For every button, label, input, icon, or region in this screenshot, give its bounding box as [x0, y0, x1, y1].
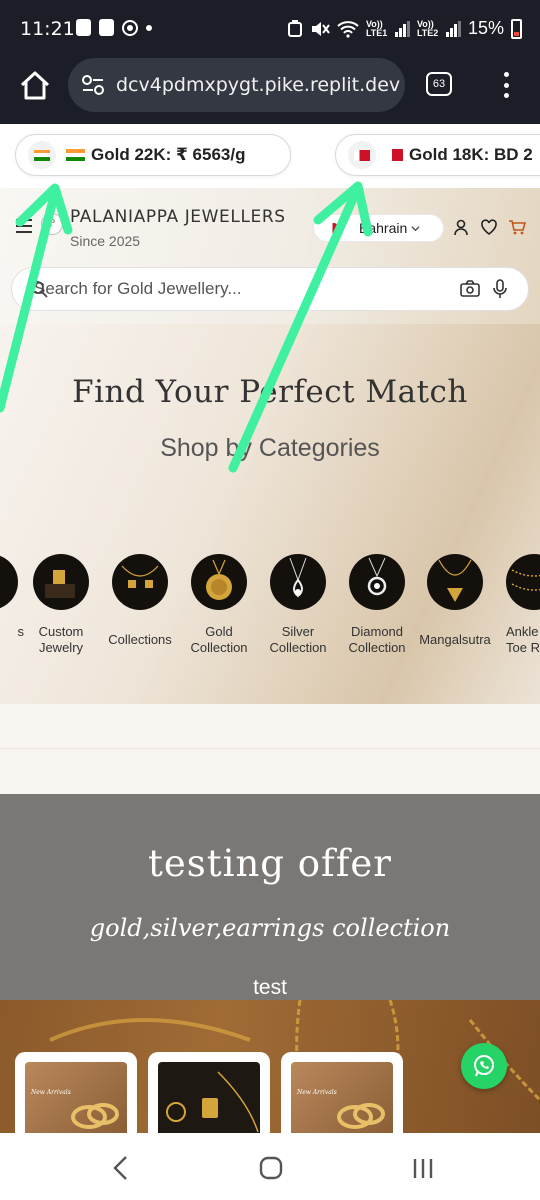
rate-text: Gold 22K: ₹ 6563/g — [91, 145, 246, 164]
heart-icon[interactable] — [480, 218, 498, 236]
more-notifications-icon — [146, 24, 152, 31]
brand-name[interactable]: PALANIAPPA JEWELLERS — [70, 207, 286, 227]
camera-search-icon[interactable] — [460, 280, 480, 298]
status-time: 11:21 — [20, 18, 75, 40]
back-icon[interactable] — [110, 1155, 132, 1181]
search-icon — [31, 281, 48, 298]
hamburger-menu-icon[interactable] — [16, 219, 32, 233]
nfc-icon — [287, 19, 302, 37]
notification-icons — [76, 19, 152, 36]
category-item[interactable]: Diamond Collection — [337, 554, 417, 656]
browser-toolbar: dcv4pdmxpygt.pike.replit.dev 63 — [0, 58, 540, 124]
alert-notification-icon — [76, 19, 91, 36]
signal-1-icon — [394, 20, 410, 37]
site-settings-icon[interactable] — [80, 72, 106, 98]
product-image — [291, 1062, 393, 1133]
system-navigation-bar — [0, 1133, 540, 1200]
mic-icon[interactable] — [492, 279, 508, 299]
product-image — [158, 1062, 260, 1133]
offer-title: testing offer — [148, 842, 392, 885]
card-caption: New Arrivals — [297, 1089, 337, 1096]
chrome-notification-icon — [122, 19, 138, 36]
india-flag-emoji-icon — [66, 148, 85, 162]
category-item[interactable]: Mangalsutra — [415, 554, 495, 648]
hero-subtitle: Shop by Categories — [160, 434, 380, 462]
rate-pill-bahrain[interactable]: Gold 18K: BD 2 — [335, 134, 540, 176]
category-item[interactable]: Custom Jewelry — [21, 554, 101, 656]
mute-icon — [311, 21, 330, 36]
gallery-notification-icon — [99, 19, 114, 36]
address-bar[interactable]: dcv4pdmxpygt.pike.replit.dev — [68, 58, 405, 112]
category-image — [112, 554, 168, 610]
offer-note: test — [253, 976, 287, 999]
category-image — [349, 554, 405, 610]
whatsapp-icon — [474, 1055, 494, 1077]
site-header: P PALANIAPPA JEWELLERS Since 2025 Bahrai… — [0, 188, 540, 324]
card-caption: New Arrivals — [31, 1089, 71, 1096]
category-item[interactable]: Silver Collection — [258, 554, 338, 656]
wifi-icon — [337, 20, 359, 38]
category-item[interactable]: Collections — [100, 554, 180, 648]
offer-subtitle: gold,silver,earrings collection — [89, 914, 451, 942]
status-indicators: Vo)) LTE1 Vo)) LTE2 15% — [287, 18, 522, 39]
category-image — [270, 554, 326, 610]
category-carousel[interactable]: s Custom Jewelry Collections Gold Collec… — [0, 554, 540, 664]
category-item[interactable]: Gold Collection — [179, 554, 259, 656]
bahrain-flag-icon — [348, 141, 376, 169]
tab-switcher-button[interactable]: 63 — [426, 72, 452, 96]
category-label: Gold Collection — [190, 624, 248, 655]
category-label: Custom Jewelry — [38, 624, 84, 655]
product-card[interactable]: New Arrivals — [281, 1052, 403, 1133]
country-selector[interactable]: Bahrain — [313, 214, 444, 242]
category-label: Ankle Toe R — [506, 624, 540, 655]
category-hero: Find Your Perfect Match Shop by Categori… — [0, 324, 540, 704]
recents-icon[interactable] — [410, 1155, 436, 1181]
chevron-down-icon — [411, 225, 420, 231]
rate-pill-india[interactable]: Gold 22K: ₹ 6563/g — [15, 134, 291, 176]
brand-logo[interactable]: P — [41, 213, 63, 235]
product-image — [25, 1062, 127, 1133]
url-text[interactable]: dcv4pdmxpygt.pike.replit.dev — [116, 74, 400, 96]
status-bar: 11:21 Vo)) LTE1 Vo)) LTE2 15% — [0, 0, 540, 58]
category-label: Mangalsutra — [419, 632, 491, 647]
product-showcase: New Arrivals New Arrivals — [0, 1000, 540, 1133]
india-flag-icon — [28, 141, 56, 169]
category-image — [191, 554, 247, 610]
category-image — [427, 554, 483, 610]
gold-rate-ticker: Gold 22K: ₹ 6563/g Gold 18K: BD 2 — [0, 124, 540, 188]
network-label-1: Vo)) LTE1 — [365, 18, 388, 38]
whatsapp-button[interactable] — [461, 1043, 507, 1089]
product-card[interactable]: New Arrivals — [15, 1052, 137, 1133]
user-icon[interactable] — [452, 218, 470, 236]
category-label: Silver Collection — [269, 624, 327, 655]
search-placeholder: Search for Gold Jewellery... — [34, 279, 242, 298]
product-card[interactable] — [148, 1052, 270, 1133]
bahrain-flag-emoji-icon — [386, 149, 403, 161]
section-divider — [0, 704, 540, 794]
bahrain-flag-icon — [328, 222, 339, 234]
offer-banner[interactable]: testing offer gold,silver,earrings colle… — [0, 794, 540, 1000]
search-input[interactable]: Search for Gold Jewellery... — [11, 267, 529, 311]
brand-tagline: Since 2025 — [70, 233, 141, 249]
country-label: Bahrain — [359, 220, 408, 236]
battery-icon — [511, 18, 522, 39]
hero-title: Find Your Perfect Match — [72, 374, 468, 410]
category-item[interactable]: Ankle Toe R — [494, 554, 540, 656]
signal-2-icon — [445, 20, 461, 37]
category-label: Collections — [108, 632, 172, 647]
network-label-2: Vo)) LTE2 — [416, 18, 439, 38]
rate-text: Gold 18K: BD 2 — [409, 145, 533, 164]
home-icon[interactable] — [18, 69, 52, 103]
phone-screen: 11:21 Vo)) LTE1 Vo)) LTE2 15% dcv4pdmxpy… — [0, 0, 540, 1200]
category-image — [33, 554, 89, 610]
category-image — [506, 554, 540, 610]
browser-menu-icon[interactable] — [498, 70, 514, 100]
cart-icon[interactable] — [508, 218, 526, 236]
category-image — [0, 554, 18, 610]
category-label: Diamond Collection — [348, 624, 406, 655]
home-nav-icon[interactable] — [258, 1155, 284, 1181]
battery-percent: 15% — [467, 18, 504, 38]
